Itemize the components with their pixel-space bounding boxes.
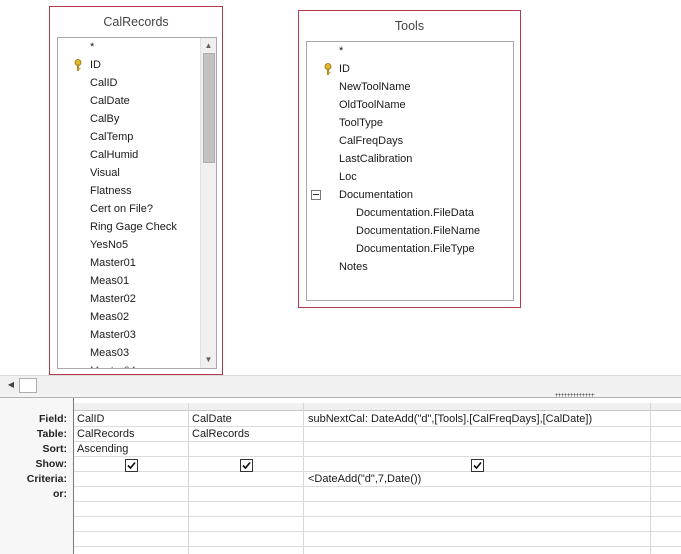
row-header-field: Field: xyxy=(39,413,67,425)
grid-criteria-cell[interactable]: <DateAdd("d",7,Date()) xyxy=(308,472,421,487)
minus-icon[interactable] xyxy=(311,190,321,200)
table-title-calrecords[interactable]: CalRecords xyxy=(50,7,222,37)
field-list-calrecords[interactable]: * ID CalID CalDate CalBy CalTemp CalHumi… xyxy=(57,37,217,369)
row-header-show: Show: xyxy=(35,458,68,470)
field-list-scrollbar[interactable]: ▲ ▼ xyxy=(200,38,216,368)
column-selector[interactable] xyxy=(74,403,188,411)
hscrollbar-thumb[interactable] xyxy=(19,378,37,393)
query-design-grid: Field: Table: Sort: Show: Criteria: or: … xyxy=(0,398,681,554)
field-list-tools[interactable]: * ID NewToolName OldToolName ToolType Ca… xyxy=(306,41,514,301)
grid-field-cell[interactable]: CalID xyxy=(77,412,105,427)
query-design-pane: CalRecords * ID CalID CalDate CalBy CalT… xyxy=(0,0,681,375)
grid-divider xyxy=(74,456,681,457)
checkmark-icon xyxy=(242,461,251,470)
up-arrow-icon[interactable]: ▲ xyxy=(201,39,216,53)
grid-divider xyxy=(74,516,681,517)
grid-divider xyxy=(74,546,681,547)
grid-table-cell[interactable]: CalRecords xyxy=(77,427,134,442)
row-header-criteria: Criteria: xyxy=(26,473,67,485)
grid-divider xyxy=(74,441,681,442)
grid-field-cell[interactable]: subNextCal: DateAdd("d",[Tools].[CalFreq… xyxy=(308,412,592,427)
splitter-grip-icon[interactable] xyxy=(555,393,595,397)
column-selector[interactable] xyxy=(189,403,303,411)
show-checkbox[interactable] xyxy=(471,459,484,472)
table-title-tools[interactable]: Tools xyxy=(299,11,520,41)
design-pane-hscrollbar[interactable]: ◀ xyxy=(0,375,681,394)
checkmark-icon xyxy=(127,461,136,470)
key-icon xyxy=(324,63,332,75)
down-arrow-icon[interactable]: ▼ xyxy=(201,353,216,367)
grid-field-cell[interactable]: CalDate xyxy=(192,412,232,427)
checkmark-icon xyxy=(473,461,482,470)
table-tools[interactable]: Tools * ID NewToolName OldToolName ToolT… xyxy=(298,10,521,308)
grid-divider xyxy=(74,531,681,532)
table-calrecords[interactable]: CalRecords * ID CalID CalDate CalBy CalT… xyxy=(49,6,223,375)
grid-sort-cell[interactable]: Ascending xyxy=(77,442,128,457)
grid-divider xyxy=(74,501,681,502)
column-selector[interactable] xyxy=(651,403,681,411)
key-icon xyxy=(74,59,82,71)
scrollbar-thumb[interactable] xyxy=(203,53,215,163)
grid-table-cell[interactable]: CalRecords xyxy=(192,427,249,442)
row-header-or: or: xyxy=(53,488,67,500)
column-selector[interactable] xyxy=(304,403,650,411)
row-header-table: Table: xyxy=(36,428,67,440)
show-checkbox[interactable] xyxy=(240,459,253,472)
row-header-sort: Sort: xyxy=(42,443,68,455)
left-arrow-icon[interactable]: ◀ xyxy=(4,378,18,392)
grid-row-headers: Field: Table: Sort: Show: Criteria: or: xyxy=(0,398,74,554)
show-checkbox[interactable] xyxy=(125,459,138,472)
